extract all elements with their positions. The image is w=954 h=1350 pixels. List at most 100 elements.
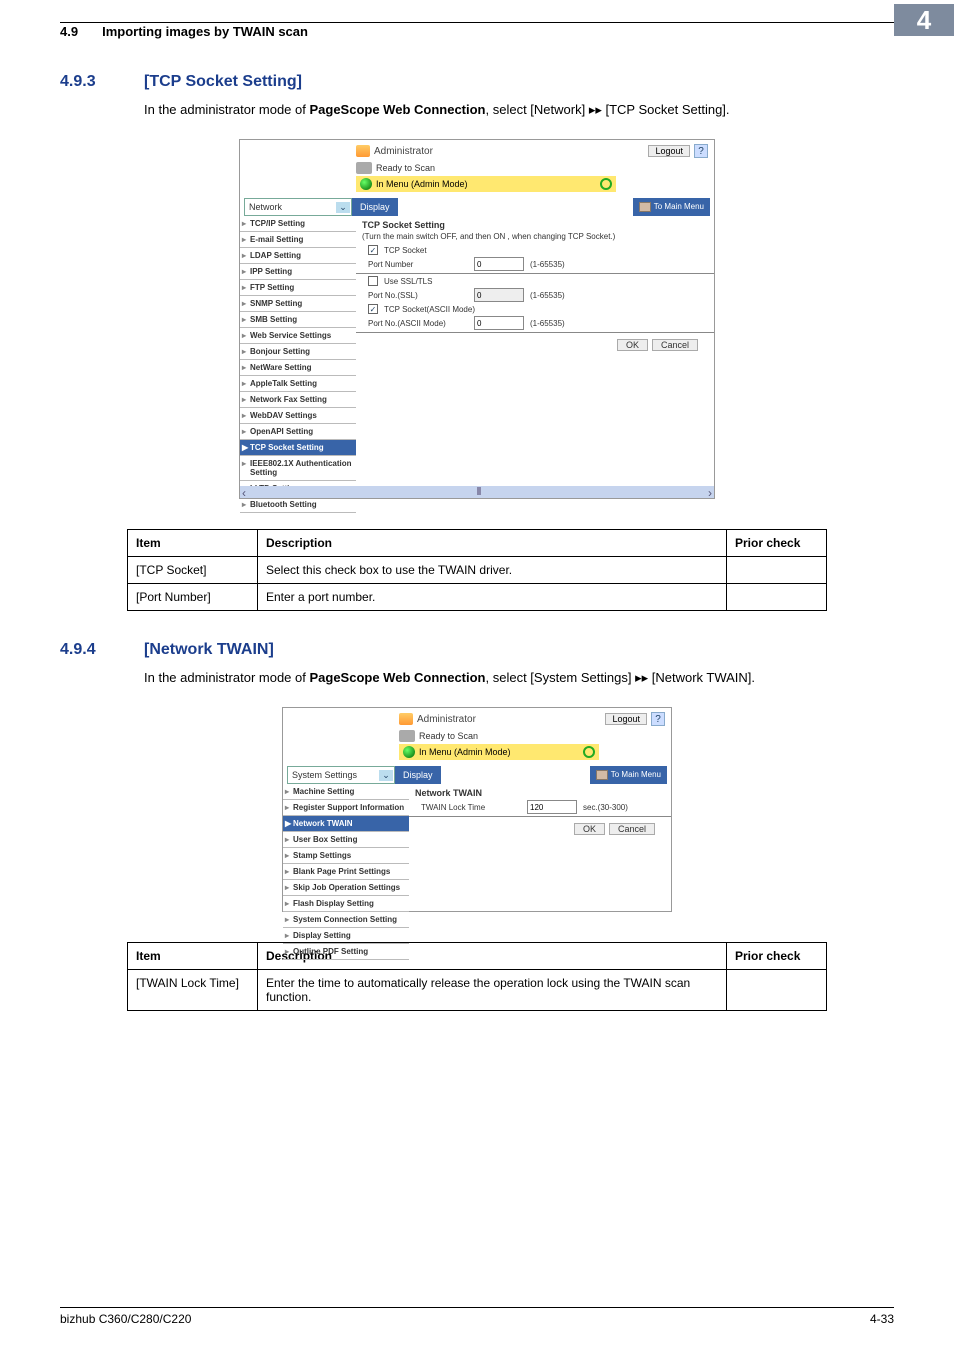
sidebar-item[interactable]: NetWare Setting <box>240 360 356 376</box>
sidebar-item[interactable]: Skip Job Operation Settings <box>283 880 409 896</box>
to-main-menu-button[interactable]: To Main Menu <box>633 198 710 216</box>
help-icon[interactable]: ? <box>651 712 665 726</box>
ok-button[interactable]: OK <box>617 339 648 351</box>
category-dropdown[interactable]: System Settings⌄ <box>287 766 395 784</box>
table-tcp-socket: Item Description Prior check [TCP Socket… <box>127 529 827 611</box>
port-input[interactable] <box>474 316 524 330</box>
sidebar-item[interactable]: Display Setting <box>283 928 409 944</box>
checkbox[interactable]: ✓ <box>368 245 378 255</box>
subsection-title-2: [Network TWAIN] <box>144 641 274 659</box>
field-label: Port No.(ASCII Mode) <box>368 319 468 328</box>
sidebar-item[interactable]: Bluetooth Setting <box>240 497 356 513</box>
status-orb-icon <box>360 178 372 190</box>
sidebar-item[interactable]: TCP/IP Setting <box>240 216 356 232</box>
sidebar-item[interactable]: Bonjour Setting <box>240 344 356 360</box>
sidebar-item[interactable]: OpenAPI Setting <box>240 424 356 440</box>
sidebar-item[interactable]: FTP Setting <box>240 280 356 296</box>
admin-icon <box>399 713 413 725</box>
panel-note: (Turn the main switch OFF, and then ON ,… <box>362 232 708 241</box>
printer-icon <box>399 730 415 742</box>
cancel-button[interactable]: Cancel <box>652 339 698 351</box>
sidebar-item[interactable]: Machine Setting <box>283 784 409 800</box>
admin-label: Administrator <box>417 714 476 725</box>
sidebar-system: Machine SettingRegister Support Informat… <box>283 784 409 960</box>
sidebar-item[interactable]: Blank Page Print Settings <box>283 864 409 880</box>
top-rule <box>60 22 954 23</box>
intro-text-1: In the administrator mode of PageScope W… <box>144 101 894 119</box>
table-row: [TWAIN Lock Time]Enter the time to autom… <box>128 970 827 1011</box>
checkbox[interactable] <box>368 276 378 286</box>
sidebar-item[interactable]: TCP Socket Setting <box>240 440 356 456</box>
sidebar-item[interactable]: Network Fax Setting <box>240 392 356 408</box>
th-prior: Prior check <box>727 943 827 970</box>
logout-button[interactable]: Logout <box>648 145 690 157</box>
sidebar-item[interactable]: SNMP Setting <box>240 296 356 312</box>
chapter-badge: 4 <box>894 4 954 36</box>
sidebar-item[interactable]: Web Service Settings <box>240 328 356 344</box>
chevron-down-icon: ⌄ <box>336 202 350 213</box>
refresh-icon[interactable] <box>600 178 612 190</box>
status-ready: Ready to Scan <box>376 163 435 173</box>
status-orb-icon <box>403 746 415 758</box>
subsection-title: [TCP Socket Setting] <box>144 73 302 91</box>
sidebar-item[interactable]: SMB Setting <box>240 312 356 328</box>
sidebar-item[interactable]: IPP Setting <box>240 264 356 280</box>
checkbox-label: TCP Socket <box>384 246 427 255</box>
sidebar-item[interactable]: User Box Setting <box>283 832 409 848</box>
ok-button[interactable]: OK <box>574 823 605 835</box>
to-main-menu-button[interactable]: To Main Menu <box>590 766 667 784</box>
footer-model: bizhub C360/C280/C220 <box>60 1312 191 1326</box>
sidebar-item[interactable]: E-mail Setting <box>240 232 356 248</box>
port-input <box>474 288 524 302</box>
checkbox-label: TCP Socket(ASCII Mode) <box>384 305 475 314</box>
table-row: [TCP Socket]Select this check box to use… <box>128 557 827 584</box>
sidebar-item[interactable]: WebDAV Settings <box>240 408 356 424</box>
th-desc: Description <box>258 530 727 557</box>
port-input[interactable] <box>474 257 524 271</box>
display-button[interactable]: Display <box>352 198 398 216</box>
sidebar-item[interactable]: IEEE802.1X Authentication Setting <box>240 456 356 481</box>
sidebar-item[interactable]: Register Support Information <box>283 800 409 816</box>
sidebar-item[interactable]: LDAP Setting <box>240 248 356 264</box>
sidebar-item[interactable]: Stamp Settings <box>283 848 409 864</box>
subsection-number-2: 4.9.4 <box>60 641 120 659</box>
screenshot-network-twain: Administrator Logout ? Ready to Scan In … <box>282 707 672 912</box>
menu-mode-label: In Menu (Admin Mode) <box>376 179 468 189</box>
checkbox[interactable]: ✓ <box>368 304 378 314</box>
printer-icon <box>356 162 372 174</box>
twain-lock-time-input[interactable] <box>527 800 577 814</box>
sidebar-item[interactable]: Flash Display Setting <box>283 896 409 912</box>
logout-button[interactable]: Logout <box>605 713 647 725</box>
th-prior: Prior check <box>727 530 827 557</box>
sidebar-item[interactable]: System Connection Setting <box>283 912 409 928</box>
category-dropdown[interactable]: Network⌄ <box>244 198 352 216</box>
display-button[interactable]: Display <box>395 766 441 784</box>
sidebar-item[interactable]: Network TWAIN <box>283 816 409 832</box>
admin-label: Administrator <box>374 146 433 157</box>
intro-text-2: In the administrator mode of PageScope W… <box>144 669 894 687</box>
panel-title-2: Network TWAIN <box>415 788 665 798</box>
field-range: (1-65535) <box>530 260 565 269</box>
twain-lock-time-label: TWAIN Lock Time <box>421 803 521 812</box>
sidebar-network: TCP/IP SettingE-mail SettingLDAP Setting… <box>240 216 356 513</box>
help-icon[interactable]: ? <box>694 144 708 158</box>
section-number: 4.9 <box>60 24 78 39</box>
scrollbar-horizontal[interactable] <box>240 486 714 498</box>
refresh-icon[interactable] <box>583 746 595 758</box>
sidebar-item[interactable]: AppleTalk Setting <box>240 376 356 392</box>
admin-icon <box>356 145 370 157</box>
status-ready: Ready to Scan <box>419 731 478 741</box>
sidebar-item[interactable]: Outline PDF Setting <box>283 944 409 960</box>
checkbox-label: Use SSL/TLS <box>384 277 432 286</box>
th-item: Item <box>128 943 258 970</box>
subsection-number: 4.9.3 <box>60 73 120 91</box>
cancel-button[interactable]: Cancel <box>609 823 655 835</box>
chevron-down-icon: ⌄ <box>379 770 393 781</box>
field-range: (1-65535) <box>530 291 565 300</box>
twain-lock-time-range: sec.(30-300) <box>583 803 628 812</box>
field-label: Port No.(SSL) <box>368 291 468 300</box>
main-menu-icon <box>596 770 608 780</box>
field-label: Port Number <box>368 260 468 269</box>
section-title: Importing images by TWAIN scan <box>102 24 308 39</box>
footer-page: 4-33 <box>870 1312 894 1326</box>
